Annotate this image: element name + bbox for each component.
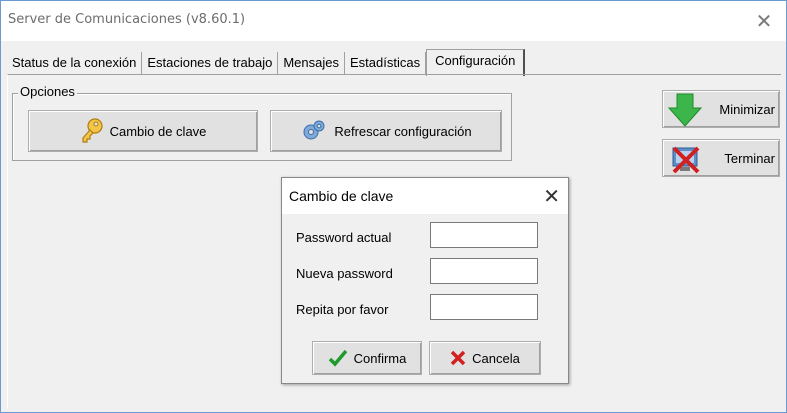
gears-icon bbox=[300, 117, 328, 145]
window-close-button[interactable]: ✕ bbox=[750, 7, 778, 35]
terminate-button[interactable]: Terminar bbox=[662, 139, 780, 177]
terminate-icon bbox=[671, 144, 701, 174]
confirm-label: Confirma bbox=[353, 350, 407, 366]
dialog-close-button[interactable]: ✕ bbox=[543, 184, 560, 208]
new-password-input[interactable] bbox=[430, 258, 538, 284]
minimize-label: Minimizar bbox=[719, 101, 775, 117]
title-bar: Server de Comunicaciones (v8.60.1) ✕ bbox=[1, 1, 786, 41]
terminate-label: Terminar bbox=[724, 150, 775, 166]
tab-bar: Status de la conexión Estaciones de trab… bbox=[7, 49, 526, 76]
cancel-label: Cancela bbox=[472, 350, 520, 366]
x-icon bbox=[450, 350, 466, 366]
tab-mensajes[interactable]: Mensajes bbox=[278, 52, 345, 74]
repeat-password-input[interactable] bbox=[430, 294, 538, 320]
tab-status-conexion[interactable]: Status de la conexión bbox=[7, 52, 143, 74]
dialog-title: Cambio de clave bbox=[289, 188, 394, 204]
minimize-button[interactable]: Minimizar bbox=[662, 90, 780, 128]
new-password-label: Nueva password bbox=[296, 266, 393, 281]
key-icon bbox=[80, 118, 104, 144]
dialog-title-bar: Cambio de clave ✕ bbox=[282, 178, 568, 214]
tab-configuracion[interactable]: Configuración bbox=[426, 49, 526, 76]
current-password-input[interactable] bbox=[430, 222, 538, 248]
window-title: Server de Comunicaciones (v8.60.1) bbox=[8, 12, 246, 27]
confirm-button[interactable]: Confirma bbox=[312, 341, 422, 375]
tab-estaciones-trabajo[interactable]: Estaciones de trabajo bbox=[142, 52, 279, 74]
refresh-config-button[interactable]: Refrescar configuración bbox=[270, 110, 502, 152]
tab-estadisticas[interactable]: Estadísticas bbox=[345, 52, 427, 74]
change-password-button[interactable]: Cambio de clave bbox=[28, 110, 258, 152]
refresh-config-label: Refrescar configuración bbox=[334, 123, 472, 139]
options-group-label: Opciones bbox=[18, 84, 77, 99]
current-password-label: Password actual bbox=[296, 230, 392, 245]
cancel-button[interactable]: Cancela bbox=[429, 341, 541, 375]
down-arrow-icon bbox=[667, 93, 703, 127]
change-password-dialog: Cambio de clave ✕ Password actual Nueva … bbox=[281, 177, 569, 384]
change-password-label: Cambio de clave bbox=[109, 123, 207, 139]
repeat-password-label: Repita por favor bbox=[296, 302, 389, 317]
check-icon bbox=[328, 349, 348, 367]
